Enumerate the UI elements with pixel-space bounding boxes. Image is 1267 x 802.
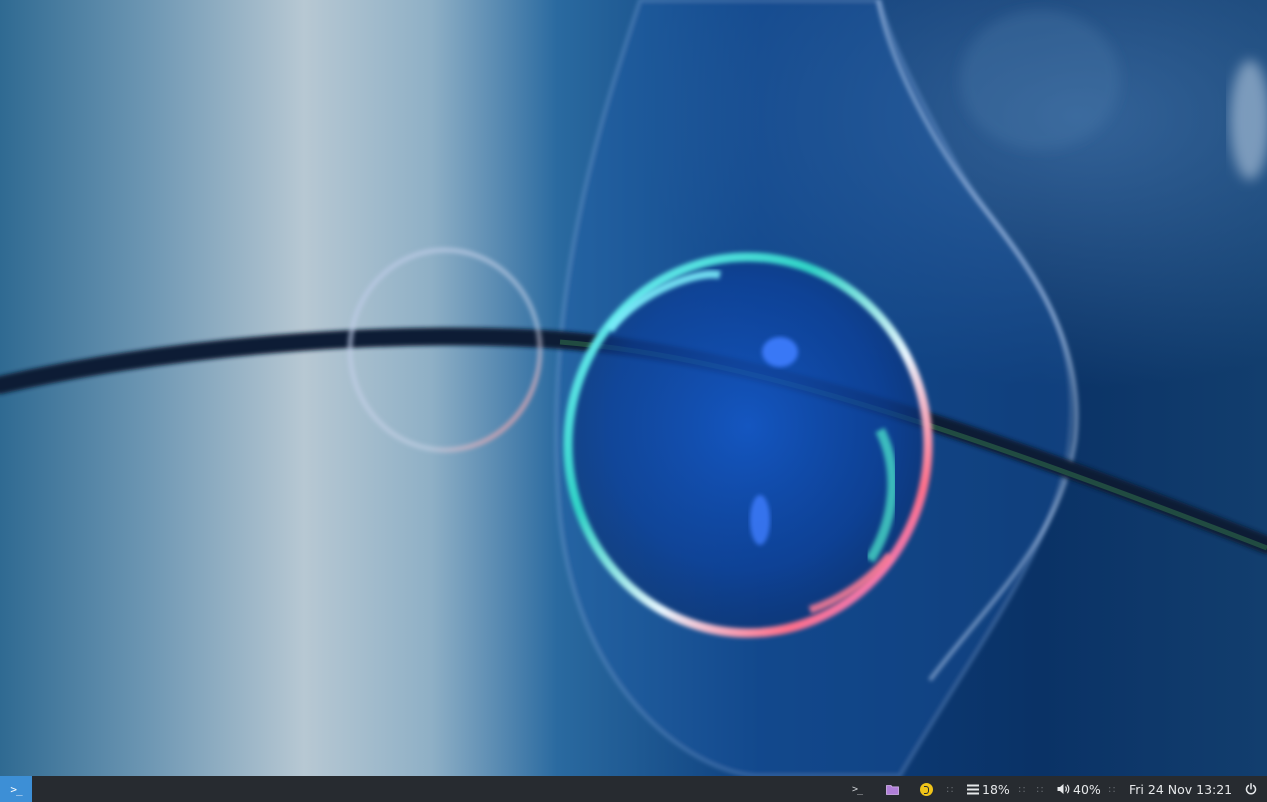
cpu-icon [967, 784, 979, 794]
wallpaper [0, 0, 1267, 776]
power-button[interactable] [1245, 776, 1257, 802]
tray-separator: :: [1108, 783, 1117, 795]
update-notifier-icon [920, 782, 933, 796]
cpu-usage-value: 18% [982, 781, 1010, 797]
clock[interactable]: Fri 24 Nov 13:21 [1129, 776, 1232, 802]
system-tray: >_ :: 18% :: :: 40%:: Fri 24 Nov 13:21 [840, 776, 1267, 802]
volume-value: 40% [1073, 781, 1101, 797]
terminal-tray-button[interactable]: >_ [852, 776, 863, 802]
cpu-monitor[interactable]: 18% [967, 776, 1010, 802]
update-notifier-button[interactable] [920, 776, 933, 802]
terminal-icon: >_ [852, 783, 863, 795]
desktop[interactable] [0, 0, 1267, 776]
volume-control[interactable]: 40% [1057, 776, 1101, 802]
volume-icon [1057, 784, 1070, 794]
terminal-launcher-icon: >_ [10, 782, 22, 796]
tray-separator: :: [1018, 783, 1027, 795]
clock-text: Fri 24 Nov 13:21 [1129, 781, 1233, 797]
folder-icon [886, 784, 899, 795]
tray-separator: :: [946, 783, 955, 795]
file-manager-button[interactable] [886, 776, 899, 802]
taskbar: >_ >_ :: 18% :: :: 40%:: Fri 24 Nov 13:… [0, 776, 1267, 802]
app-launcher-button[interactable]: >_ [0, 776, 32, 802]
power-icon [1245, 783, 1257, 795]
tray-separator: :: [1036, 783, 1045, 795]
